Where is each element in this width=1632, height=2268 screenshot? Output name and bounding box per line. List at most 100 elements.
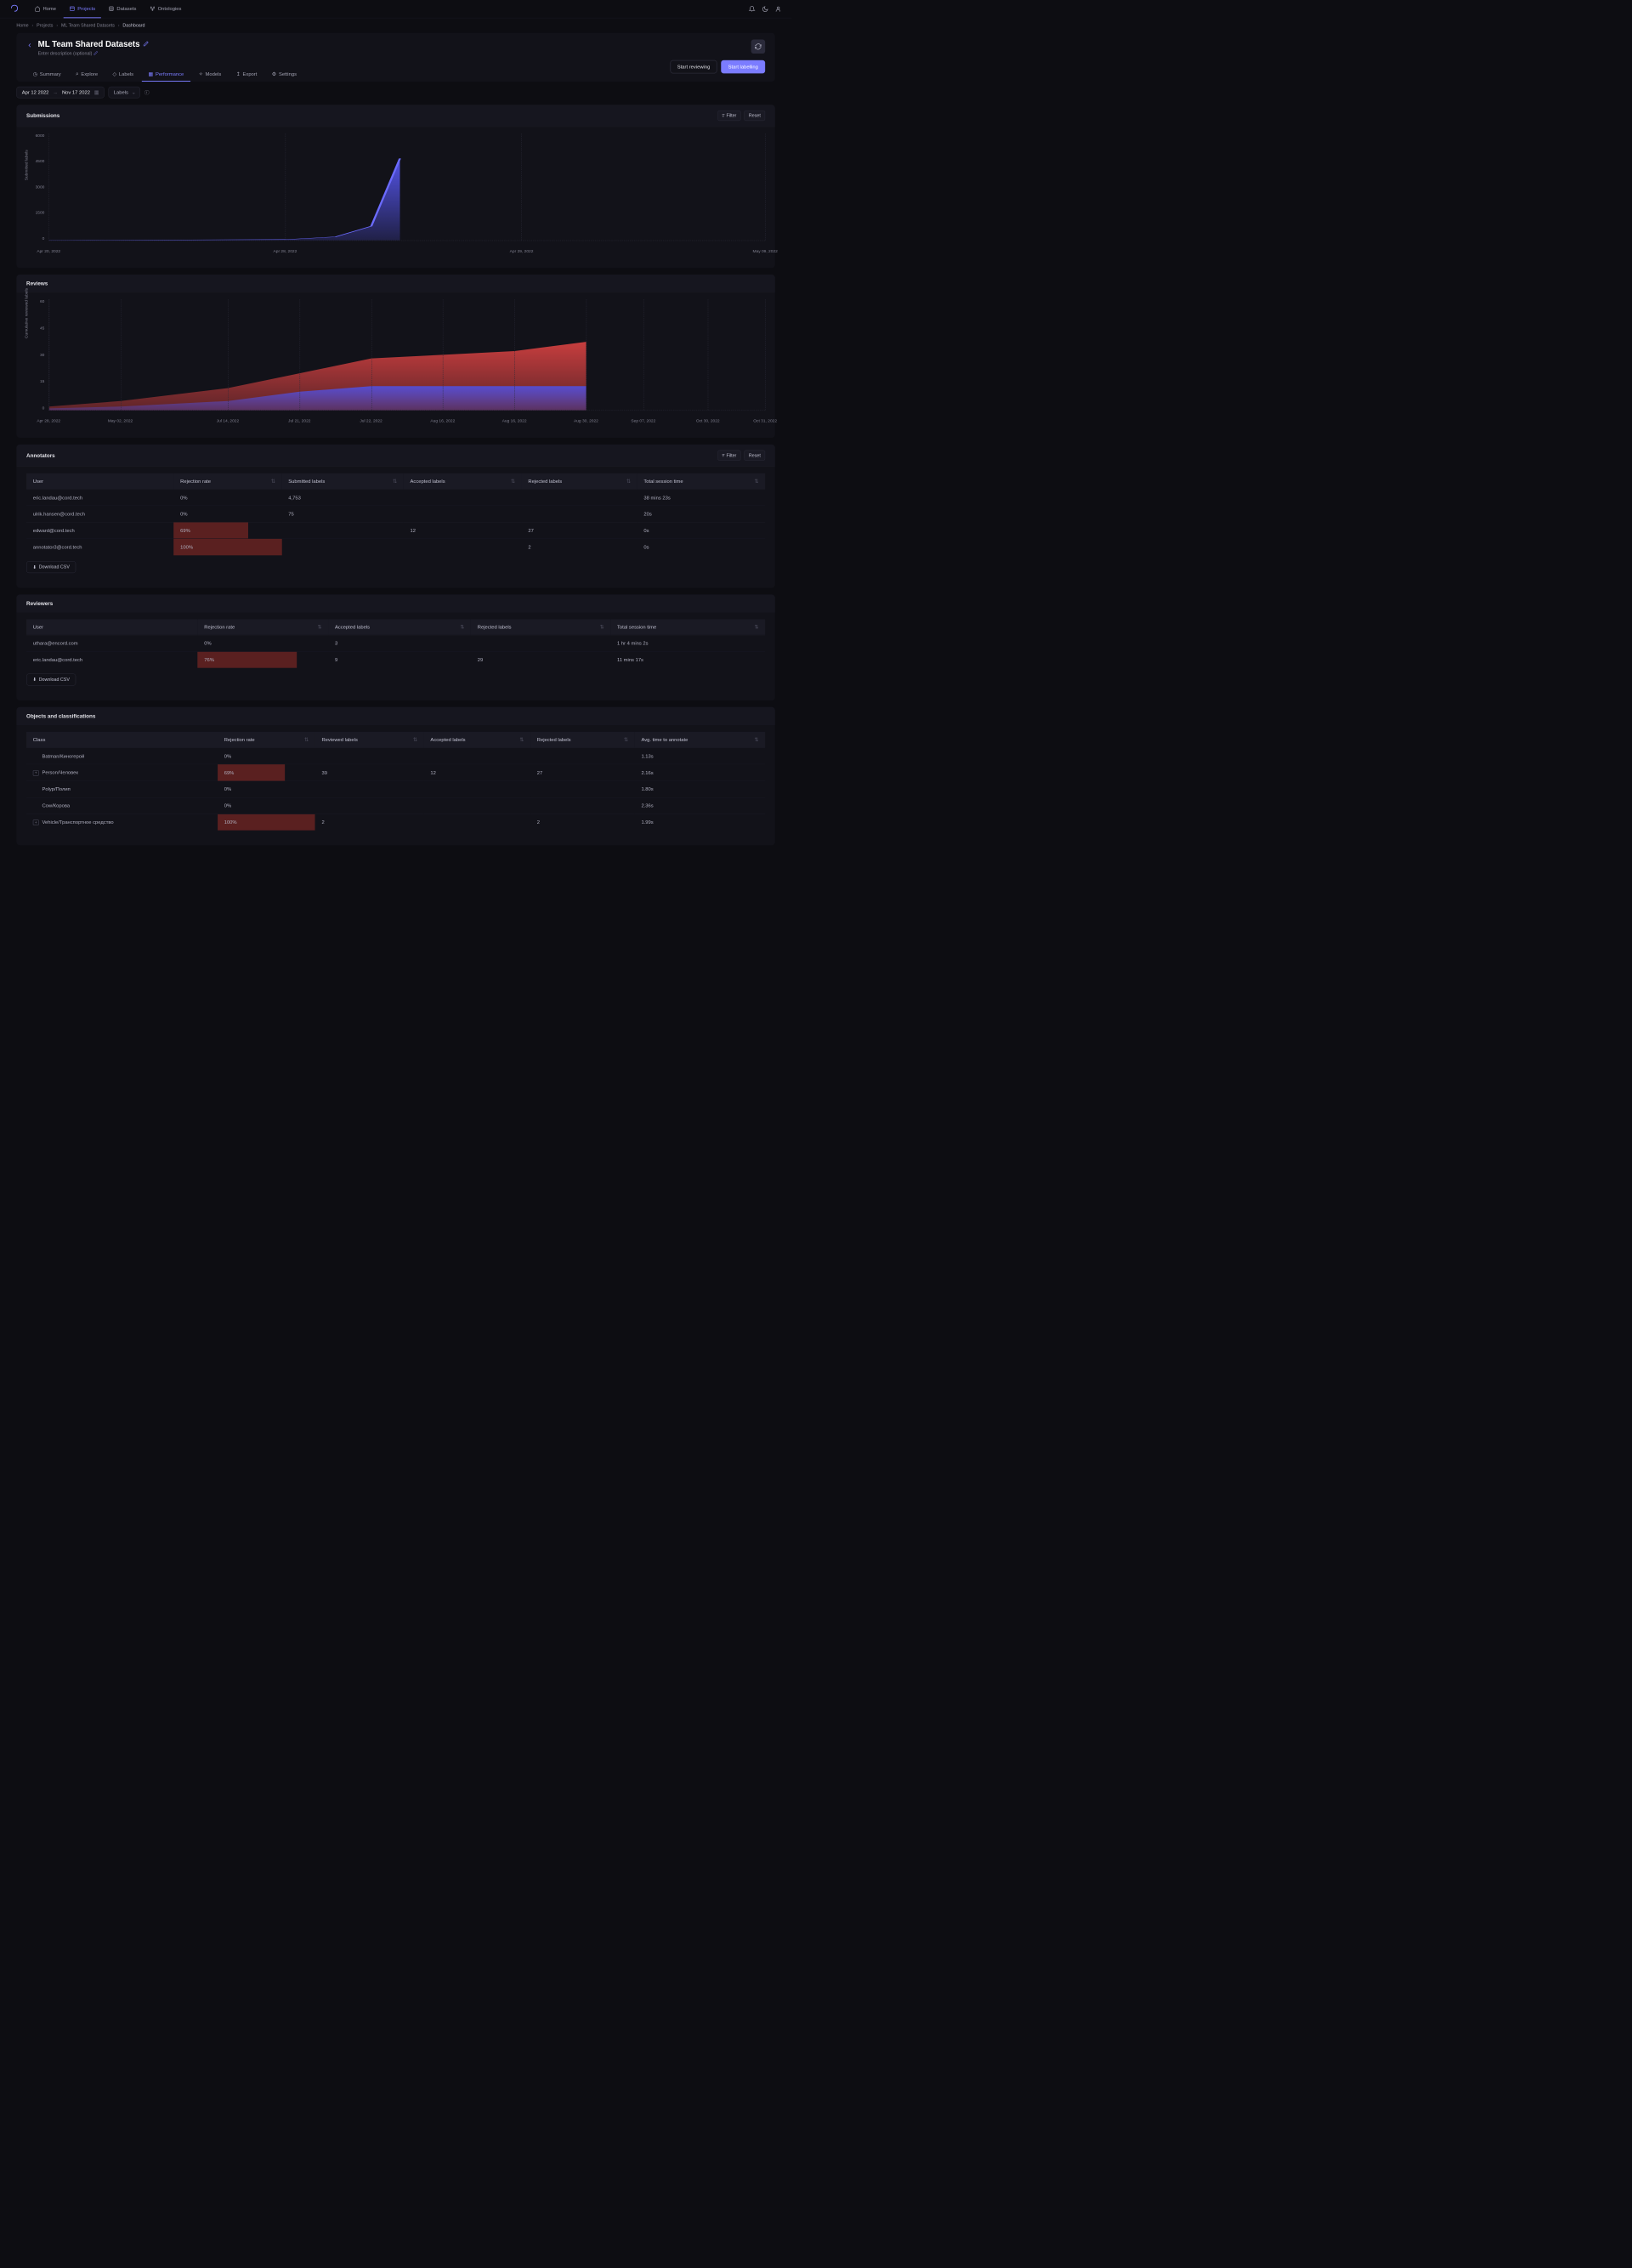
filter-button[interactable]: ⫧Filter (717, 451, 740, 461)
filter-button[interactable]: ⫧Filter (717, 111, 740, 121)
column-header[interactable]: Rejection rate⇅ (198, 619, 329, 635)
table-cell: uthara@encord.com (26, 635, 197, 651)
tab-explore[interactable]: ⌕Explore (69, 66, 104, 82)
column-header[interactable]: Rejected labels⇅ (471, 619, 610, 635)
table-cell: 1.80s (635, 781, 765, 797)
table-cell (282, 522, 404, 538)
nav-home[interactable]: Home (29, 0, 62, 18)
table-row[interactable]: Polyp/Полип0%1.80s (26, 781, 765, 797)
table-cell (282, 539, 404, 555)
tab-summary[interactable]: ◷Summary (26, 66, 67, 82)
reset-button[interactable]: Reset (745, 111, 766, 121)
sort-icon: ⇅ (755, 624, 759, 630)
table-cell (530, 748, 635, 764)
tab-settings[interactable]: ⚙Settings (265, 66, 303, 82)
table-cell (424, 814, 530, 830)
moon-icon[interactable] (762, 6, 768, 13)
rejection-cell: 76% (198, 651, 329, 667)
tab-models[interactable]: ✧Models (192, 66, 228, 82)
user-icon[interactable] (775, 6, 782, 13)
table-cell: ulrik.hansen@cord.tech (26, 506, 173, 522)
column-header[interactable]: Submitted labels⇅ (282, 473, 404, 490)
table-row[interactable]: Batman/Киногерой0%1.13s (26, 748, 765, 764)
table-cell: 20s (638, 506, 766, 522)
info-icon[interactable]: ⓘ (144, 89, 150, 96)
column-header[interactable]: Accepted labels⇅ (328, 619, 471, 635)
breadcrumb: Home› Projects› ML Team Shared Datasets›… (0, 18, 791, 32)
table-cell: 12 (424, 764, 530, 781)
bell-icon[interactable] (749, 6, 756, 13)
rejection-cell: 0% (173, 506, 281, 522)
download-csv-button[interactable]: ⬇Download CSV (26, 673, 76, 685)
sort-icon: ⇅ (413, 737, 417, 743)
table-row[interactable]: eric.landau@cord.tech0%4,75338 mins 23s (26, 489, 765, 505)
download-csv-button[interactable]: ⬇Download CSV (26, 561, 76, 573)
x-tick: Oct 30, 2022 (696, 419, 720, 423)
labels-select[interactable]: Labels (108, 87, 140, 99)
table-row[interactable]: ulrik.hansen@cord.tech0%7520s (26, 506, 765, 522)
objects-panel: Objects and classifications ClassRejecti… (16, 707, 774, 845)
column-header[interactable]: Rejected labels⇅ (530, 732, 635, 748)
y-tick: 60 (33, 299, 45, 303)
y-axis-label: Cumulative reviewed labels (24, 288, 28, 338)
column-header[interactable]: Rejection rate⇅ (173, 473, 281, 490)
rejection-cell: 0% (173, 489, 281, 505)
column-header[interactable]: Avg. time to annotate⇅ (635, 732, 765, 748)
table-row[interactable]: +Vehicle/Транспортное средство100%221.99… (26, 814, 765, 830)
rejection-cell: 69% (218, 764, 315, 781)
reset-button[interactable]: Reset (745, 451, 766, 461)
expand-icon[interactable]: + (33, 770, 39, 776)
x-tick: Aug 16, 2022 (502, 419, 527, 423)
nav-projects[interactable]: Projects (64, 0, 101, 18)
column-header[interactable]: Accepted labels⇅ (404, 473, 522, 490)
table-cell: 9 (328, 651, 471, 667)
table-cell: 4,753 (282, 489, 404, 505)
table-row[interactable]: uthara@encord.com0%31 hr 4 mins 2s (26, 635, 765, 651)
logo[interactable] (10, 3, 20, 14)
expand-icon[interactable]: + (33, 819, 39, 825)
column-header[interactable]: Total session time⇅ (638, 473, 766, 490)
edit-desc-icon[interactable] (94, 51, 98, 57)
top-nav: Home Projects Datasets Ontologies (0, 0, 791, 18)
x-tick: Apr 20, 2022 (37, 249, 60, 253)
page-header: ML Team Shared Datasets Enter descriptio… (16, 33, 774, 57)
table-cell (522, 506, 638, 522)
nav-ontologies[interactable]: Ontologies (144, 0, 187, 18)
nav-label: Datasets (116, 6, 136, 12)
tab-performance[interactable]: ▦Performance (142, 66, 190, 82)
column-header[interactable]: Accepted labels⇅ (424, 732, 530, 748)
rejection-cell: 0% (218, 797, 315, 814)
date-from: Apr 12 2022 (22, 89, 49, 95)
table-row[interactable]: edward@cord.tech69%12270s (26, 522, 765, 538)
nav-label: Ontologies (158, 6, 182, 12)
column-header[interactable]: Rejected labels⇅ (522, 473, 638, 490)
start-labelling-button[interactable]: Start labelling (721, 60, 765, 74)
table-row[interactable]: annotator3@cord.tech100%20s (26, 539, 765, 555)
tag-icon: ◇ (113, 71, 116, 77)
crumb-link[interactable]: Projects (37, 23, 53, 28)
table-row[interactable]: Cow/Корова0%2.36s (26, 797, 765, 814)
column-header[interactable]: Rejection rate⇅ (218, 732, 315, 748)
edit-title-icon[interactable] (143, 41, 149, 48)
y-tick: 3000 (33, 185, 45, 190)
start-reviewing-button[interactable]: Start reviewing (671, 60, 717, 74)
column-header[interactable]: Reviewed labels⇅ (315, 732, 424, 748)
panel-title: Annotators (26, 452, 55, 458)
tab-export[interactable]: ↥Export (230, 66, 264, 82)
y-tick: 0 (33, 236, 45, 241)
table-row[interactable]: eric.landau@cord.tech76%92911 mins 17s (26, 651, 765, 667)
crumb-link[interactable]: Home (16, 23, 28, 28)
date-range-picker[interactable]: Apr 12 2022 → Nov 17 2022 ▦ (16, 87, 104, 99)
table-cell: 2 (522, 539, 638, 555)
search-icon: ⌕ (76, 71, 78, 77)
dashboard-icon: ▦ (149, 71, 154, 77)
tab-labels[interactable]: ◇Labels (106, 66, 140, 82)
refresh-button[interactable] (751, 40, 765, 54)
column-header[interactable]: Total session time⇅ (610, 619, 765, 635)
nav-datasets[interactable]: Datasets (103, 0, 142, 18)
table-row[interactable]: +Person/Человек69%3912272.16s (26, 764, 765, 781)
back-button[interactable] (26, 42, 33, 49)
y-tick: 0 (33, 406, 45, 411)
crumb-link[interactable]: ML Team Shared Datasets (61, 23, 115, 28)
sort-icon: ⇅ (755, 737, 759, 743)
